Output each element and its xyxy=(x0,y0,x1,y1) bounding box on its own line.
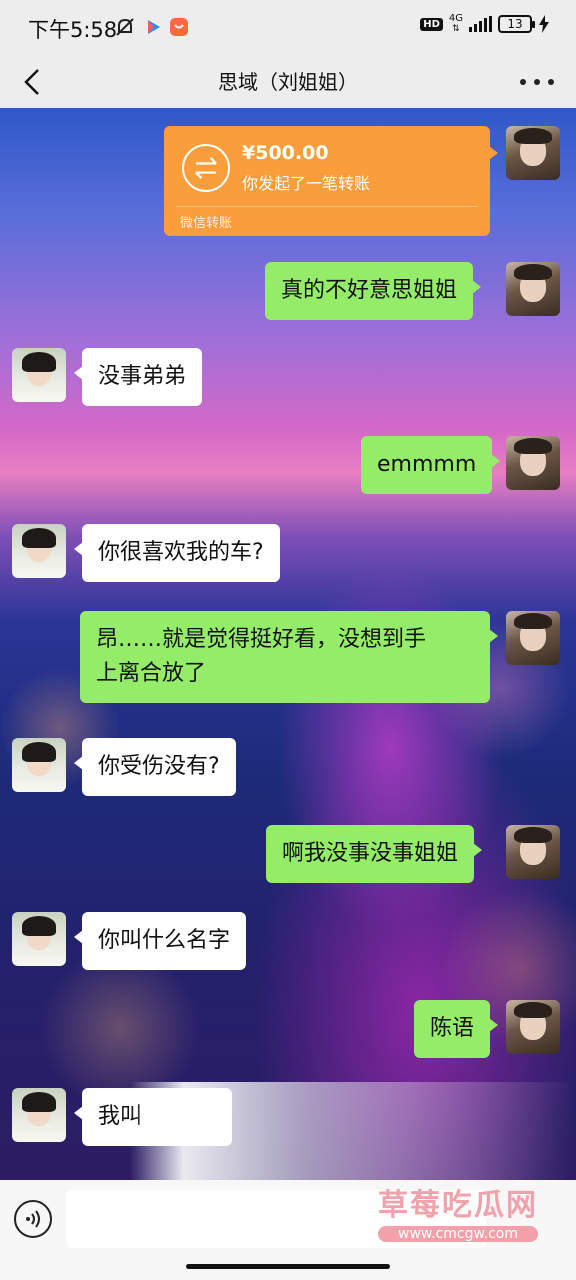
video-app-icon xyxy=(148,20,160,34)
status-indicators: HD 4G ⇅ 13 xyxy=(420,14,550,34)
message-bubble-sent[interactable]: 陈语 xyxy=(414,1000,499,1058)
transfer-card[interactable]: ¥500.00 你发起了一笔转账 微信转账 xyxy=(164,126,498,236)
message-bubble-received[interactable]: 你很喜欢我的车? xyxy=(74,524,280,582)
shopping-app-icon xyxy=(170,18,188,36)
message-bubble-sent[interactable]: 啊我没事没事姐姐 xyxy=(266,825,483,883)
status-bar: 下午5:58 HD 4G ⇅ 13 xyxy=(0,0,576,56)
voice-icon xyxy=(26,1210,40,1228)
status-time: 下午5:58 xyxy=(28,18,118,42)
avatar[interactable] xyxy=(12,738,66,792)
message-bubble-received[interactable]: 你叫什么名字 xyxy=(73,912,247,970)
battery-icon: 13 xyxy=(498,15,535,33)
message-line: 昂……就是觉得挺好看，没想到手 xyxy=(96,627,427,652)
message-bubble-sent[interactable]: emmmm xyxy=(361,436,501,494)
avatar[interactable] xyxy=(506,611,560,665)
chat-area[interactable]: ¥500.00 你发起了一笔转账 微信转账 真的不好意思姐姐 没事弟弟 emmm… xyxy=(0,108,576,1180)
fade-overlay xyxy=(130,1082,576,1180)
message-bubble-sent[interactable]: 昂……就是觉得挺好看，没想到手 上离合放了 xyxy=(80,611,498,703)
message-line: 上离合放了 xyxy=(96,661,207,686)
message-bubble-received[interactable]: 你受伤没有? xyxy=(74,738,236,796)
avatar[interactable] xyxy=(506,126,560,180)
voice-button[interactable] xyxy=(14,1200,52,1238)
avatar[interactable] xyxy=(506,262,560,316)
battery-level: 13 xyxy=(507,17,523,31)
message-bubble-received[interactable]: 没事弟弟 xyxy=(73,348,203,406)
avatar[interactable] xyxy=(12,348,66,402)
dot-icon xyxy=(548,79,554,85)
avatar[interactable] xyxy=(506,436,560,490)
transfer-footer: 微信转账 xyxy=(180,216,233,231)
avatar[interactable] xyxy=(12,524,66,578)
charging-icon xyxy=(539,15,549,33)
mute-bell-icon xyxy=(116,18,134,36)
avatar[interactable] xyxy=(12,1088,66,1142)
watermark-url: www.cmcgw.com xyxy=(378,1226,538,1242)
avatar[interactable] xyxy=(506,825,560,879)
signal-icon xyxy=(469,16,492,32)
transfer-amount: ¥500.00 xyxy=(242,142,329,164)
message-bubble-sent[interactable]: 真的不好意思姐姐 xyxy=(265,262,482,320)
divider xyxy=(176,206,478,207)
transfer-icon xyxy=(182,144,230,192)
chat-title: 思域（刘姐姐） xyxy=(218,70,358,94)
home-indicator[interactable] xyxy=(186,1264,390,1269)
network-type: 4G ⇅ xyxy=(448,13,463,35)
nav-bar: 思域（刘姐姐） xyxy=(0,56,576,108)
avatar[interactable] xyxy=(506,1000,560,1054)
transfer-description: 你发起了一笔转账 xyxy=(242,174,371,193)
dot-icon xyxy=(534,79,540,85)
dot-icon xyxy=(520,79,526,85)
watermark-title: 草莓吃瓜网 xyxy=(378,1188,538,1223)
more-options-button[interactable] xyxy=(520,68,554,96)
watermark: 草莓吃瓜网 www.cmcgw.com xyxy=(378,1180,538,1242)
avatar[interactable] xyxy=(12,912,66,966)
hd-badge: HD xyxy=(420,17,443,31)
